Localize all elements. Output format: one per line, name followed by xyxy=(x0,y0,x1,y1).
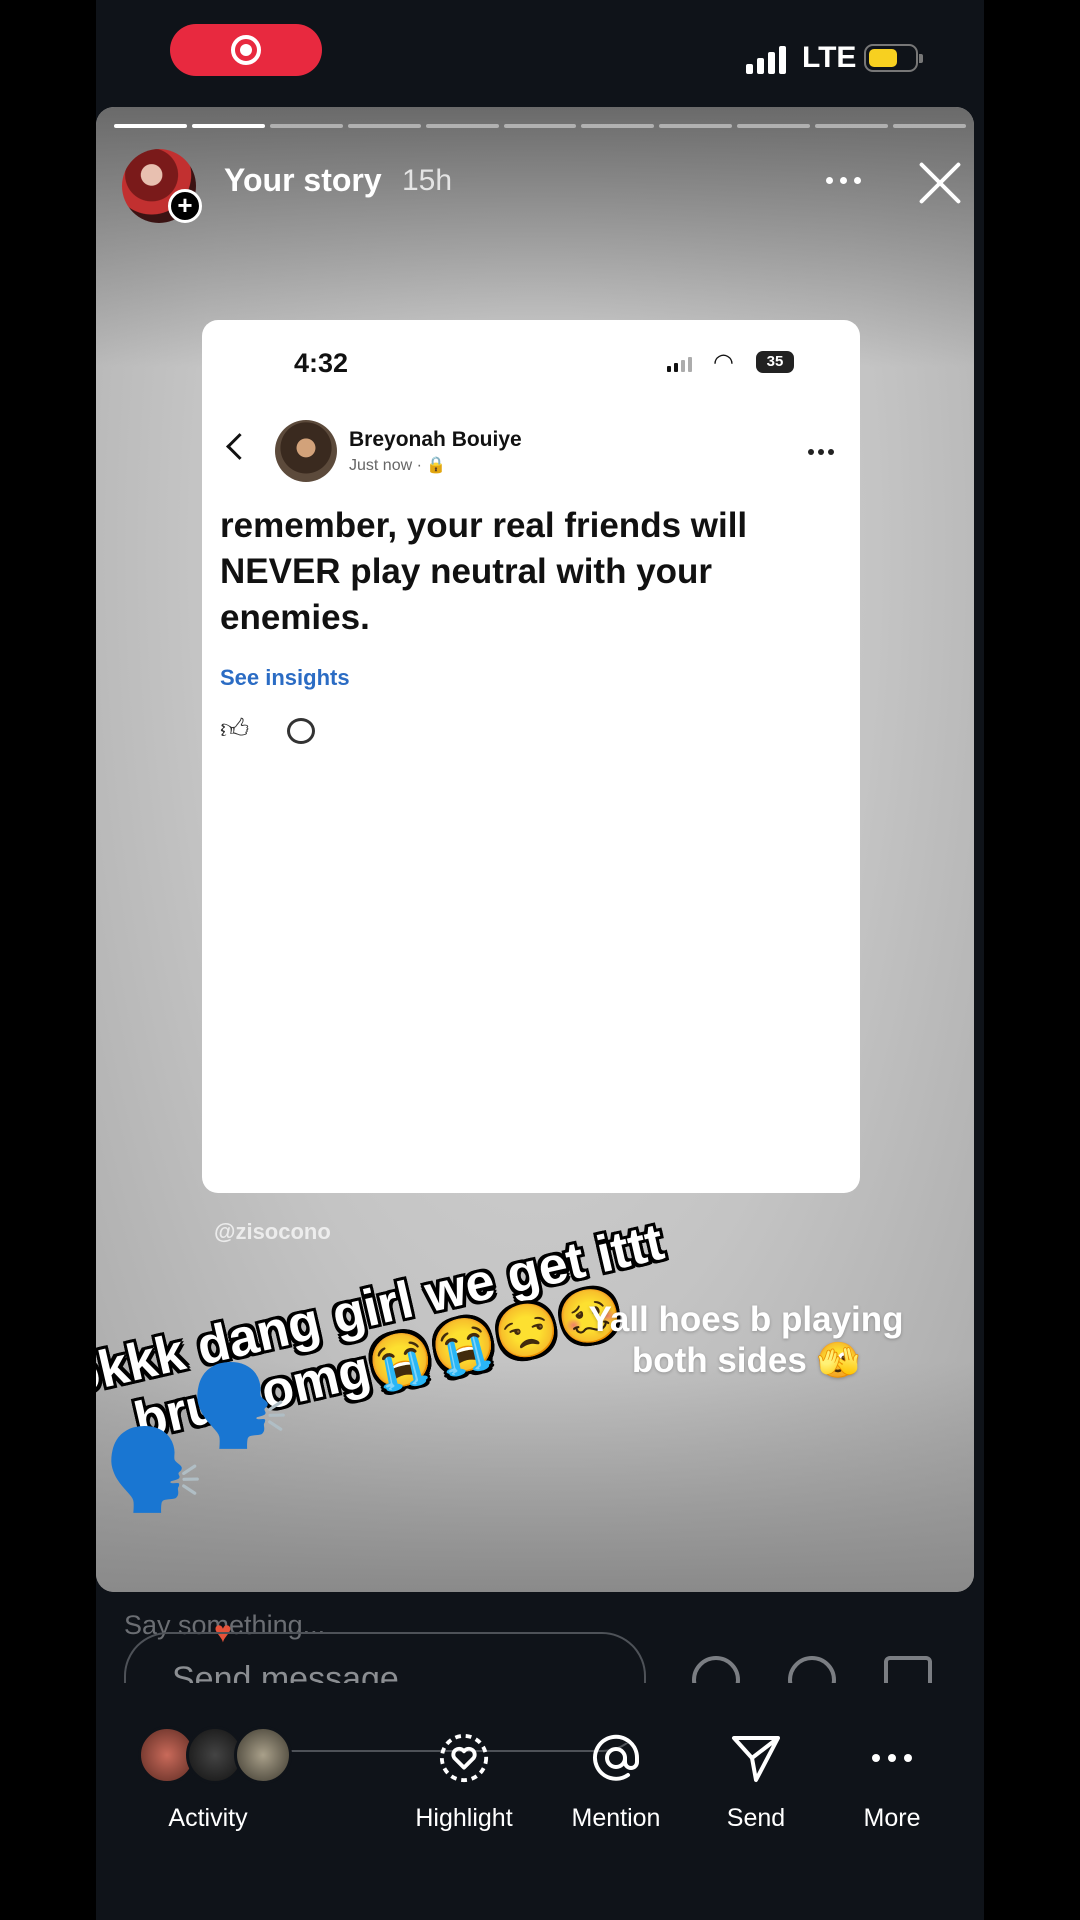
watermark-text: @zisocono xyxy=(214,1219,331,1244)
post-text: remember, your real friends will NEVER p… xyxy=(220,506,748,637)
activity-viewer-avatars xyxy=(138,1726,298,1786)
post-meta: Just now · 🔒 xyxy=(349,457,447,474)
screen-record-indicator[interactable] xyxy=(170,24,322,76)
signal-icon xyxy=(667,356,692,372)
cell-signal-icon xyxy=(746,44,786,74)
see-insights-link: See insights xyxy=(220,665,350,690)
like-icon: 👍︎ xyxy=(220,713,250,744)
progress-segment xyxy=(347,124,421,128)
mention-icon xyxy=(590,1732,642,1784)
screenshot-time: 4:32 xyxy=(294,348,349,378)
story-viewer[interactable]: + Your story 15h 4:32 ◠ 35 Breyonah Boui… xyxy=(96,107,974,1592)
activity-button[interactable]: Activity xyxy=(118,1722,298,1852)
more-button[interactable]: More xyxy=(822,1722,962,1862)
highlight-button[interactable]: Highlight xyxy=(394,1722,534,1862)
add-story-plus-icon[interactable]: + xyxy=(168,189,202,223)
mention-label: Mention xyxy=(571,1804,661,1832)
progress-segment xyxy=(737,124,811,128)
network-type: LTE xyxy=(802,41,857,74)
mention-button[interactable]: Mention xyxy=(546,1722,686,1862)
wifi-icon: ◠ xyxy=(713,349,734,376)
record-icon xyxy=(231,35,261,65)
story-username[interactable]: Your story xyxy=(224,162,382,199)
activity-label: Activity xyxy=(168,1804,248,1832)
story-action-bar: Activity Highlight Mention Send More xyxy=(96,1722,984,1882)
send-icon xyxy=(730,1732,782,1784)
progress-segment xyxy=(114,124,187,128)
author-avatar xyxy=(275,420,337,482)
post-author: Breyonah Bouiye xyxy=(349,428,522,451)
more-icon xyxy=(808,449,834,455)
story-options-icon[interactable] xyxy=(826,177,861,184)
more-label: More xyxy=(863,1804,921,1832)
progress-segment xyxy=(893,124,966,128)
back-icon xyxy=(226,433,253,460)
battery-icon xyxy=(864,44,923,72)
story-side-caption: Yall hoes b playing both sides 🫣 xyxy=(588,1300,904,1380)
progress-segment xyxy=(503,124,577,128)
progress-segment xyxy=(815,124,889,128)
close-icon[interactable] xyxy=(914,159,962,207)
progress-segment xyxy=(581,124,655,128)
phone-screen: LTE + Your story 15h 4:32 ◠ 35 Breyonah … xyxy=(96,0,984,1920)
highlight-label: Highlight xyxy=(415,1804,513,1832)
shared-post-screenshot: 4:32 ◠ 35 Breyonah Bouiye Just now · 🔒 r… xyxy=(202,320,860,1193)
speaking-head-emoji: 🗣️ xyxy=(104,1425,204,1514)
highlight-icon xyxy=(438,1732,490,1784)
story-age: 15h xyxy=(402,164,453,197)
progress-segment xyxy=(425,124,499,128)
more-icon xyxy=(866,1732,918,1784)
progress-segment xyxy=(191,124,265,128)
screenshot-battery: 35 xyxy=(756,351,794,373)
progress-segment xyxy=(269,124,343,128)
progress-segment xyxy=(659,124,733,128)
viewer-avatar xyxy=(234,1726,292,1784)
story-progress-bar xyxy=(114,124,966,128)
speaking-head-emoji: 🗣️ xyxy=(190,1361,290,1450)
send-button[interactable]: Send xyxy=(686,1722,826,1862)
comment-icon xyxy=(287,718,315,744)
